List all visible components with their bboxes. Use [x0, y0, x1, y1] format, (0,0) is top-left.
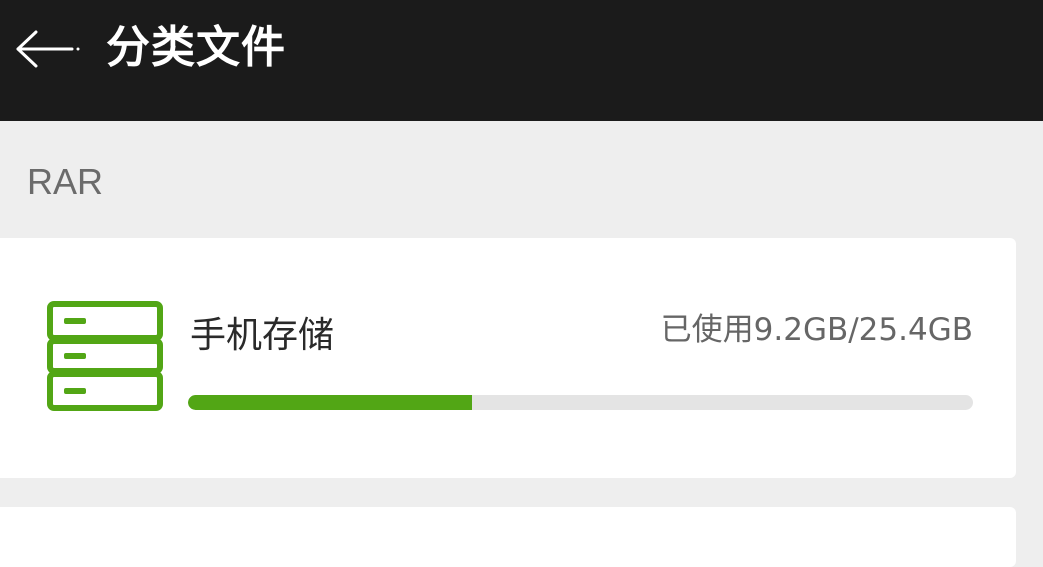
arrow-left-icon	[16, 30, 80, 68]
page-title: 分类文件	[106, 22, 286, 73]
storage-usage-bar	[188, 395, 973, 410]
storage-usage-fill	[188, 395, 473, 410]
storage-name: 手机存储	[190, 315, 335, 356]
storage-server-icon	[46, 300, 166, 412]
app-header: 分类文件	[0, 0, 1043, 121]
section-label: RAR	[27, 161, 104, 202]
next-storage-card[interactable]	[0, 507, 1016, 567]
storage-usage-text: 已使用9.2GB/25.4GB	[660, 312, 973, 348]
back-button[interactable]	[6, 18, 86, 78]
phone-storage-card[interactable]: 手机存储 已使用9.2GB/25.4GB	[0, 238, 1016, 478]
